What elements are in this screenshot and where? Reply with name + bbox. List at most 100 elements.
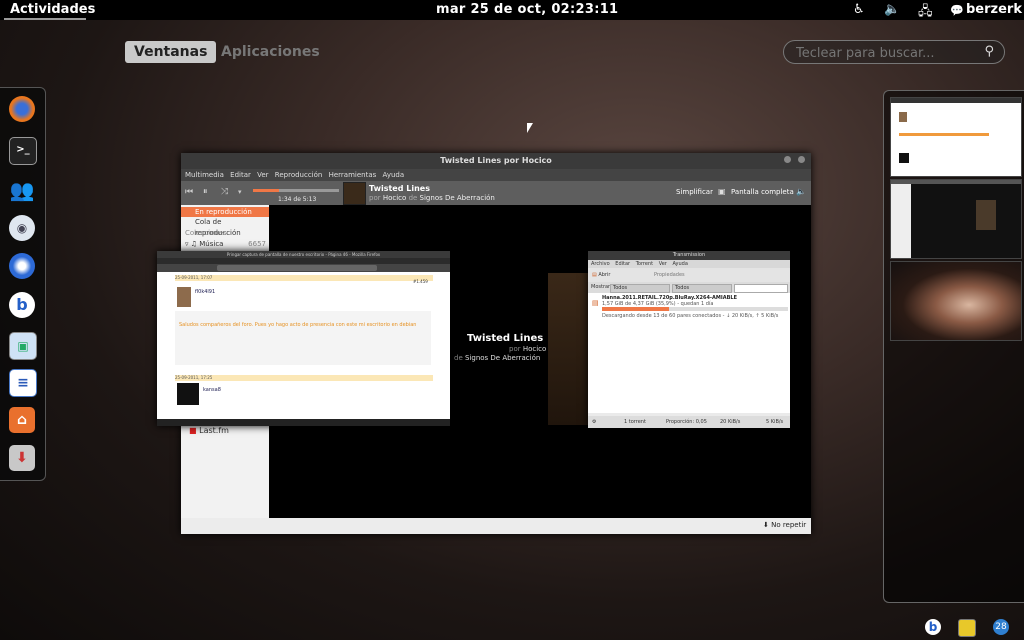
post-username[interactable]: fl0k4l91 bbox=[195, 289, 215, 295]
firefox-window[interactable]: Pringar captura de pantalla de nuestro e… bbox=[157, 251, 450, 426]
pause-icon[interactable]: ⏸ bbox=[203, 187, 208, 197]
workspace-1[interactable] bbox=[890, 97, 1022, 177]
libreoffice-writer-icon[interactable]: ≡ bbox=[9, 369, 37, 397]
accessibility-icon[interactable]: ♿ bbox=[853, 2, 865, 17]
now-playing-album: de Signos De Aberración bbox=[454, 354, 541, 362]
avatar bbox=[177, 287, 191, 307]
workspace-2[interactable] bbox=[890, 179, 1022, 259]
filter-select-1[interactable]: Todos bbox=[610, 284, 670, 293]
mouse-cursor bbox=[527, 123, 533, 133]
filter-input[interactable] bbox=[734, 284, 788, 293]
post-id[interactable]: #1.459 bbox=[413, 279, 428, 284]
close-button[interactable] bbox=[798, 156, 805, 163]
clock[interactable]: mar 25 de oct, 02:23:11 bbox=[436, 2, 618, 17]
dash: >_ 👥 ◉ b ▣ ≡ ⌂ ⬇ bbox=[0, 87, 46, 481]
volume-icon[interactable]: 🔈 bbox=[884, 2, 900, 17]
user-icon[interactable]: 💬 bbox=[950, 4, 964, 17]
transmission-window[interactable]: Transmission Archivo Editar Torrent Ver … bbox=[588, 251, 790, 428]
album-cover-large bbox=[548, 273, 588, 425]
shuffle-icon[interactable]: ⤨ bbox=[221, 187, 228, 197]
firefox-icon[interactable] bbox=[9, 96, 35, 122]
menu-editar[interactable]: Editar bbox=[230, 169, 251, 181]
post2-username[interactable]: kansa8 bbox=[203, 387, 221, 393]
menu-reproduccion[interactable]: Reproducción bbox=[275, 169, 323, 181]
url-bar[interactable] bbox=[217, 265, 377, 271]
volume-icon[interactable]: 🔈 bbox=[796, 187, 806, 196]
seek-bar[interactable] bbox=[253, 189, 339, 192]
fullscreen-icon[interactable]: ▣ bbox=[718, 187, 726, 196]
player-toolbar: ⏮ ⏸ ⤨ ▾ 1:34 de 5:13 Twisted Lines por H… bbox=[181, 181, 811, 205]
sidebar-item-lastfm[interactable]: ■ Last.fm bbox=[189, 426, 229, 435]
torrent-progress-fill bbox=[602, 307, 669, 311]
software-center-icon[interactable]: ⬇ bbox=[9, 445, 35, 471]
pidgin-icon[interactable]: ◉ bbox=[9, 215, 35, 241]
search-box[interactable]: ⚲ bbox=[783, 40, 1005, 64]
window-title: Pringar captura de pantalla de nuestro e… bbox=[157, 251, 450, 258]
filter-bar: Mostrar Todos Todos bbox=[588, 282, 790, 293]
window-title: Twisted Lines por Hocico bbox=[181, 153, 811, 169]
sidebar-item-queue[interactable]: Cola de reproducción bbox=[181, 217, 269, 237]
post2-header: 25-09-2011, 17:25 bbox=[175, 375, 433, 381]
simplify-button[interactable]: Simplificar bbox=[676, 188, 713, 196]
update-badge[interactable]: 28 bbox=[993, 619, 1009, 635]
filter-select-2[interactable]: Todos bbox=[672, 284, 732, 293]
window-title: Transmission bbox=[588, 251, 790, 260]
activities-button[interactable]: Actividades bbox=[10, 2, 95, 17]
ratio: Proporción: 0,05 bbox=[666, 419, 707, 425]
sidebar-heading-collections: Colecciones bbox=[185, 229, 227, 237]
now-playing-title: Twisted Lines bbox=[467, 333, 544, 344]
repeat-toggle[interactable]: ⬇ No repetir bbox=[763, 521, 806, 529]
search-input[interactable] bbox=[794, 43, 978, 63]
search-icon: ⚲ bbox=[984, 44, 994, 59]
activities-underline bbox=[4, 18, 86, 20]
menu-ayuda[interactable]: Ayuda bbox=[383, 169, 405, 181]
avatar bbox=[177, 383, 199, 405]
network-icon[interactable]: 🖧 bbox=[918, 2, 933, 24]
menu-bar: Multimedia Editar Ver Reproducción Herra… bbox=[181, 169, 811, 181]
menu-archivo[interactable]: Archivo bbox=[591, 261, 610, 267]
torrent-icon: ▤ bbox=[592, 299, 599, 307]
menu-ver[interactable]: Ver bbox=[659, 261, 667, 267]
fullscreen-button[interactable]: Pantalla completa bbox=[731, 188, 794, 196]
open-button[interactable]: Abrir bbox=[598, 272, 610, 278]
minimize-button[interactable] bbox=[784, 156, 791, 163]
tab-applications[interactable]: Aplicaciones bbox=[212, 41, 329, 63]
menu-torrent[interactable]: Torrent bbox=[636, 261, 653, 267]
terminal-icon[interactable]: >_ bbox=[9, 137, 37, 165]
tab-windows[interactable]: Ventanas bbox=[125, 41, 217, 63]
properties-button[interactable]: Propiedades bbox=[654, 268, 685, 282]
seek-bar-fill bbox=[253, 189, 279, 192]
files-icon[interactable]: ⌂ bbox=[9, 407, 35, 433]
workspace-thumbnails bbox=[883, 90, 1024, 603]
menu-ayuda[interactable]: Ayuda bbox=[672, 261, 687, 267]
menu-editar[interactable]: Editar bbox=[615, 261, 630, 267]
torrent-count: 1 torrent bbox=[624, 419, 646, 425]
open-icon[interactable]: ▤ bbox=[592, 272, 597, 278]
chevron-down-icon[interactable]: ▾ bbox=[238, 188, 242, 196]
banshee-icon[interactable]: b bbox=[925, 619, 941, 635]
lastfm-icon: ■ bbox=[189, 426, 197, 435]
track-artist-line: por Hocico de Signos De Aberración bbox=[369, 194, 495, 202]
notification-icon[interactable] bbox=[958, 619, 976, 637]
sidebar-item-now-playing[interactable]: En reproducción bbox=[181, 207, 269, 217]
top-panel: Actividades mar 25 de oct, 02:23:11 ♿ 🔈 … bbox=[0, 0, 1024, 20]
show-label: Mostrar bbox=[591, 284, 611, 290]
track-time: 1:34 de 5:13 bbox=[278, 196, 317, 203]
gear-icon[interactable]: ⚙ bbox=[592, 416, 596, 428]
thunderbird-icon[interactable] bbox=[9, 253, 35, 279]
taskbar bbox=[157, 419, 450, 426]
shotwell-icon[interactable]: ▣ bbox=[9, 332, 37, 360]
sidebar-item-music[interactable]: ▿ ♫ Música 6657 bbox=[181, 239, 269, 250]
post-body: Saludos compañeros del foro. Pues yo hag… bbox=[175, 311, 431, 365]
workspace-3[interactable] bbox=[890, 261, 1022, 341]
torrent-list: ▤ Hanna.2011.RETAIL.720p.BluRay.X264-AMI… bbox=[588, 293, 790, 413]
menu-multimedia[interactable]: Multimedia bbox=[185, 169, 224, 181]
user-menu[interactable]: berzerk bbox=[966, 2, 1022, 17]
previous-icon[interactable]: ⏮ bbox=[185, 187, 193, 197]
download-speed: 20 KiB/s bbox=[720, 419, 741, 425]
menu-ver[interactable]: Ver bbox=[257, 169, 268, 181]
banshee-icon[interactable]: b bbox=[9, 292, 35, 318]
menu-bar: Archivo Editar Torrent Ver Ayuda bbox=[588, 260, 790, 268]
menu-herramientas[interactable]: Herramientas bbox=[329, 169, 377, 181]
empathy-icon[interactable]: 👥 bbox=[9, 177, 35, 203]
